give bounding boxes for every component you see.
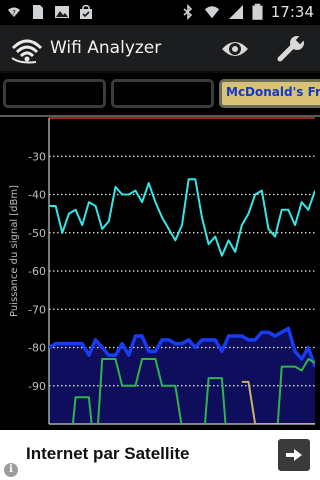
- y-tick-label: -70: [28, 303, 46, 316]
- filter-box-1[interactable]: [3, 79, 106, 108]
- app-logo-icon[interactable]: [10, 34, 44, 64]
- file-icon: [33, 5, 43, 19]
- arrow-right-icon: [286, 449, 302, 461]
- y-tick-label: -90: [28, 380, 46, 393]
- shopping-bag-icon: [80, 4, 92, 19]
- ad-banner[interactable]: Internet par Satellite: [0, 430, 320, 480]
- y-tick-label: -30: [28, 150, 46, 163]
- y-axis-label: Puissance du signal [dBm]: [9, 185, 20, 317]
- action-bar: Wifi Analyzer: [0, 25, 320, 73]
- status-bar: ? 17:34: [0, 0, 320, 25]
- ad-text[interactable]: Internet par Satellite: [26, 444, 189, 464]
- y-tick-label: -40: [28, 189, 46, 202]
- svg-text:?: ?: [12, 9, 16, 17]
- signal-chart-svg: -30 -40 -50 -60 -70 -80 -90 Puissance du signal…: [9, 117, 315, 425]
- series-line-cyan: [49, 178, 315, 257]
- filter-box-3[interactable]: McDonald's Fr: [219, 79, 320, 108]
- y-tick-label: -50: [28, 227, 46, 240]
- image-icon: [55, 6, 69, 18]
- y-tick-label: -60: [28, 265, 46, 278]
- eye-icon[interactable]: [220, 36, 250, 62]
- app-title: Wifi Analyzer: [50, 38, 162, 58]
- wifi-icon: [204, 6, 219, 19]
- ad-info-glyph: i: [9, 464, 13, 475]
- bluetooth-icon: [183, 4, 192, 20]
- y-tick-label: -80: [28, 342, 46, 355]
- ssid-filter-row: McDonald's Fr: [0, 77, 320, 111]
- status-time: 17:34: [270, 3, 314, 21]
- signal-chart[interactable]: -30 -40 -50 -60 -70 -80 -90 Puissance du signal…: [0, 117, 320, 430]
- ad-arrow-button[interactable]: [278, 439, 310, 471]
- wrench-icon[interactable]: [276, 35, 306, 63]
- battery-icon: [252, 3, 263, 20]
- wifi-question-icon: ?: [8, 7, 20, 17]
- ad-info-icon[interactable]: i: [4, 463, 18, 477]
- signal-icon: [228, 5, 243, 19]
- filter-box-2[interactable]: [111, 79, 214, 108]
- filter-box-label: McDonald's Fr: [226, 85, 320, 99]
